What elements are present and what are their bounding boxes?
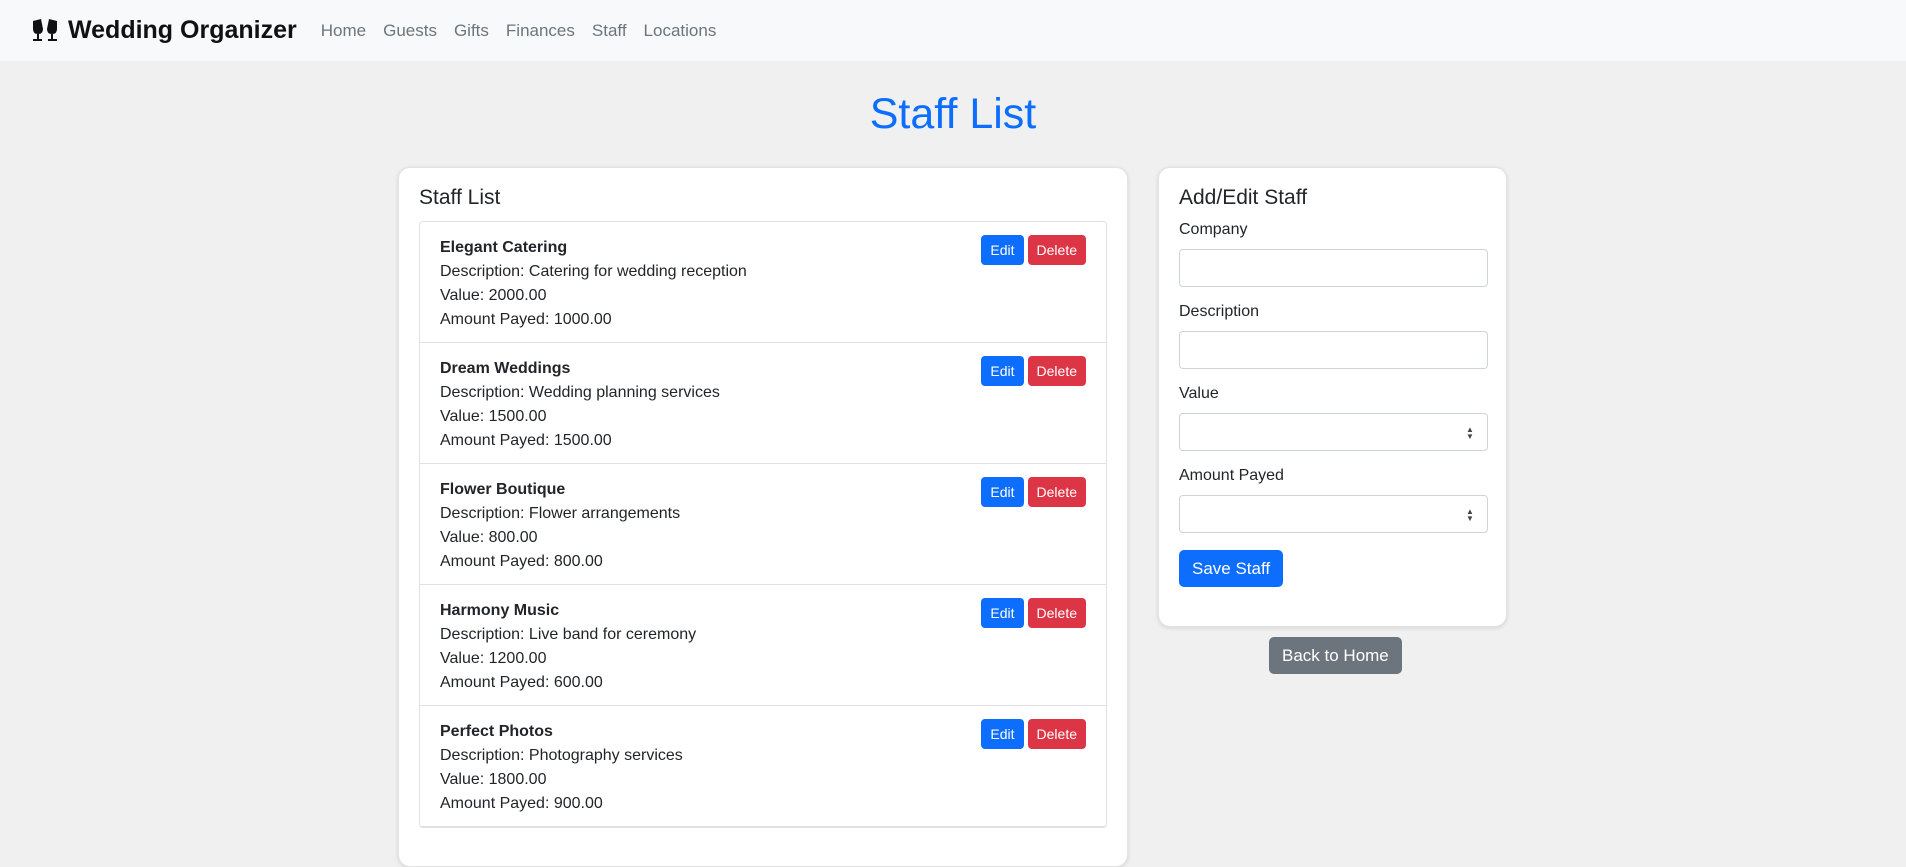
staff-item: Harmony Music Description: Live band for…: [420, 585, 1106, 706]
description-label: Description: [1179, 303, 1260, 320]
nav-link-guests[interactable]: Guests: [383, 21, 437, 41]
amount-payed-label: Amount Payed: [1179, 467, 1284, 484]
staff-amount-payed: Amount Payed: 1500.00: [440, 432, 612, 449]
save-staff-button[interactable]: Save Staff: [1179, 550, 1284, 587]
company-input[interactable]: [1179, 249, 1488, 287]
staff-value: Value: 1500.00: [440, 408, 547, 425]
staff-amount-payed: Amount Payed: 600.00: [440, 674, 603, 691]
page-title: Staff List: [869, 90, 1037, 138]
nav-link-staff[interactable]: Staff: [592, 21, 627, 41]
staff-amount-payed: Amount Payed: 900.00: [440, 795, 603, 812]
staff-value: Value: 800.00: [440, 529, 538, 546]
value-label: Value: [1179, 385, 1219, 402]
staff-list: Elegant Catering Description: Catering f…: [419, 221, 1107, 828]
staff-item: Elegant Catering Description: Catering f…: [420, 222, 1106, 343]
company-label: Company: [1179, 221, 1248, 238]
staff-item: Perfect Photos Description: Photography …: [420, 706, 1106, 827]
number-spinner-icon[interactable]: ▲ ▼: [1465, 508, 1475, 523]
staff-list-title: Staff List: [419, 186, 501, 209]
staff-amount-payed: Amount Payed: 1000.00: [440, 311, 612, 328]
brand-name: Wedding Organizer: [68, 16, 297, 44]
staff-value: Value: 1200.00: [440, 650, 547, 667]
delete-button[interactable]: Delete: [1027, 719, 1086, 749]
staff-list-card: Staff List Elegant Catering Description:…: [398, 167, 1128, 867]
delete-button[interactable]: Delete: [1027, 598, 1086, 628]
value-input[interactable]: ▲ ▼: [1179, 413, 1488, 451]
staff-value: Value: 2000.00: [440, 287, 547, 304]
brand[interactable]: Wedding Organizer: [30, 16, 297, 45]
nav-link-locations[interactable]: Locations: [644, 21, 717, 41]
navbar: Wedding Organizer Home Guests Gifts Fina…: [0, 0, 1906, 61]
edit-button[interactable]: Edit: [981, 477, 1024, 507]
delete-button[interactable]: Delete: [1027, 356, 1086, 386]
staff-amount-payed: Amount Payed: 800.00: [440, 553, 603, 570]
staff-item: Flower Boutique Description: Flower arra…: [420, 464, 1106, 585]
nav-link-gifts[interactable]: Gifts: [454, 21, 489, 41]
delete-button[interactable]: Delete: [1027, 477, 1086, 507]
back-to-home-button[interactable]: Back to Home: [1269, 637, 1402, 674]
edit-button[interactable]: Edit: [981, 235, 1024, 265]
nav-links: Home Guests Gifts Finances Staff Locatio…: [321, 21, 717, 41]
edit-button[interactable]: Edit: [981, 598, 1024, 628]
nav-link-home[interactable]: Home: [321, 21, 366, 41]
description-input[interactable]: [1179, 331, 1488, 369]
glasses-toast-icon: [33, 18, 57, 41]
staff-value: Value: 1800.00: [440, 771, 547, 788]
staff-form-title: Add/Edit Staff: [1179, 186, 1308, 209]
edit-button[interactable]: Edit: [981, 719, 1024, 749]
number-spinner-icon[interactable]: ▲ ▼: [1465, 426, 1475, 441]
delete-button[interactable]: Delete: [1027, 235, 1086, 265]
nav-link-finances[interactable]: Finances: [506, 21, 575, 41]
staff-form-card: Add/Edit Staff Company Description Value…: [1158, 167, 1507, 627]
edit-button[interactable]: Edit: [981, 356, 1024, 386]
amount-payed-input[interactable]: ▲ ▼: [1179, 495, 1488, 533]
staff-item: Dream Weddings Description: Wedding plan…: [420, 343, 1106, 464]
